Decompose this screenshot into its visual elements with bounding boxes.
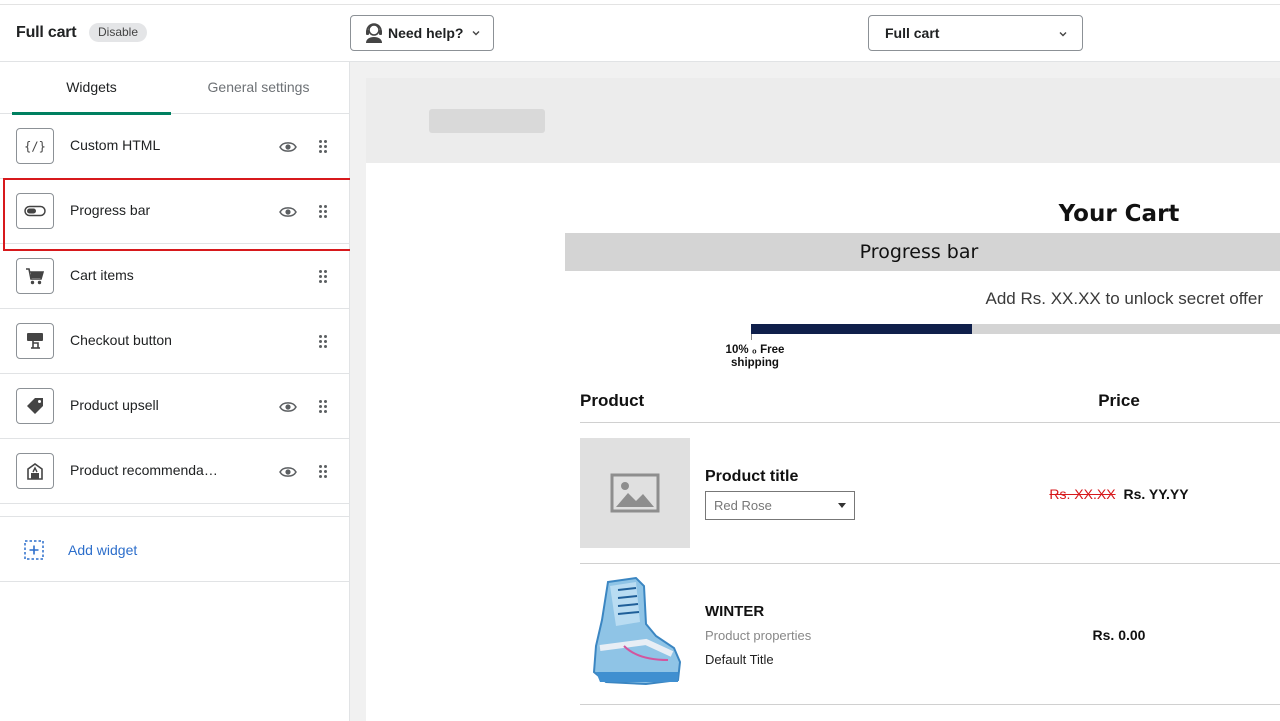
drag-handle-icon[interactable]	[318, 139, 328, 154]
compare-at-price: Rs. XX.XX	[1049, 486, 1116, 502]
checkout-icon	[16, 323, 54, 359]
widget-label: Checkout button	[70, 332, 172, 348]
tab-general-settings[interactable]: General settings	[171, 62, 346, 114]
divider	[580, 704, 1280, 705]
widget-label: Product recommendat…	[70, 462, 220, 478]
code-icon: {/}	[16, 128, 54, 164]
divider	[580, 563, 1280, 564]
drag-handle-icon[interactable]	[318, 464, 328, 479]
widget-label: Cart items	[70, 267, 134, 283]
status-badge: Disable	[89, 23, 148, 42]
widget-custom-html[interactable]: {/} Custom HTML	[0, 114, 350, 179]
need-help-label: Need help?	[388, 25, 464, 41]
cart-item-price: Rs. 0.00	[1092, 627, 1146, 643]
placeholder-image-icon	[580, 438, 690, 548]
progress-bar-widget-band[interactable]: Progress bar	[565, 233, 1280, 271]
widget-checkout-button[interactable]: Checkout button	[0, 309, 350, 374]
variant-select-value: Red Rose	[714, 498, 772, 513]
sidebar: Widgets General settings {/} Custom HTML…	[0, 62, 350, 721]
milestone-label: 10% ₀ Free shipping	[717, 344, 793, 370]
milestone-line2: shipping	[731, 357, 779, 369]
cart-item-properties: Product properties	[705, 628, 812, 643]
cart-item-price: Rs. XX.XX Rs. YY.YY	[1029, 486, 1209, 502]
preview-header	[366, 78, 1280, 163]
add-square-icon	[24, 540, 44, 560]
widget-label: Product upsell	[70, 397, 159, 413]
cart-item-title[interactable]: WINTER	[705, 603, 764, 620]
column-header-price: Price	[1098, 391, 1140, 410]
chevron-down-icon	[472, 31, 480, 36]
variant-select[interactable]: Red Rose	[705, 491, 855, 520]
eye-icon[interactable]	[279, 465, 297, 479]
eye-icon[interactable]	[279, 400, 297, 414]
drag-handle-icon[interactable]	[318, 269, 328, 284]
sidebar-tabs: Widgets General settings	[0, 62, 349, 115]
widget-cart-items[interactable]: Cart items	[0, 244, 350, 309]
progress-bar-widget-label: Progress bar	[859, 241, 979, 263]
unlock-message: Add Rs. XX.XX to unlock secret offer	[985, 289, 1264, 308]
svg-text:{/}: {/}	[25, 140, 45, 154]
column-header-product: Product	[580, 391, 645, 410]
top-bar: Full cart Disable Need help? Full cart	[0, 5, 1280, 62]
add-widget-button[interactable]: Add widget	[0, 516, 350, 582]
caret-down-icon	[838, 503, 846, 508]
drag-handle-icon[interactable]	[318, 334, 328, 349]
cart-view-select-value: Full cart	[885, 25, 940, 41]
progress-track	[751, 324, 1280, 334]
logo-placeholder	[429, 109, 545, 133]
divider	[580, 422, 1280, 423]
widget-label: Custom HTML	[70, 137, 161, 153]
selection-highlight	[3, 178, 371, 251]
milestone-line1: 10% ₀ Free	[725, 344, 785, 356]
eye-icon[interactable]	[279, 140, 297, 154]
add-widget-label: Add widget	[68, 542, 138, 558]
chevron-down-icon	[1059, 32, 1067, 37]
milestone-tick	[751, 334, 752, 340]
widget-product-upsell[interactable]: Product upsell	[0, 374, 350, 439]
cart-title: Your Cart	[1058, 201, 1180, 227]
cart-item-variant: Default Title	[705, 652, 774, 667]
drag-handle-icon[interactable]	[318, 399, 328, 414]
page-title: Full cart	[16, 24, 77, 41]
tab-widgets[interactable]: Widgets	[12, 62, 171, 115]
progress-fill	[751, 324, 973, 334]
tag-icon	[16, 388, 54, 424]
snowboard-boot-image	[592, 576, 682, 686]
cart-preview: Your Cart Progress bar Add Rs. XX.XX to …	[366, 78, 1280, 721]
cart-view-select[interactable]: Full cart	[868, 15, 1083, 51]
sale-price: Rs. YY.YY	[1123, 486, 1189, 502]
cart-icon	[16, 258, 54, 294]
support-agent-icon	[366, 23, 382, 43]
cart-item-title[interactable]: Product title	[705, 468, 798, 486]
recommendation-icon	[16, 453, 54, 489]
widget-product-recommendations[interactable]: Product recommendat…	[0, 439, 350, 504]
need-help-button[interactable]: Need help?	[350, 15, 494, 51]
